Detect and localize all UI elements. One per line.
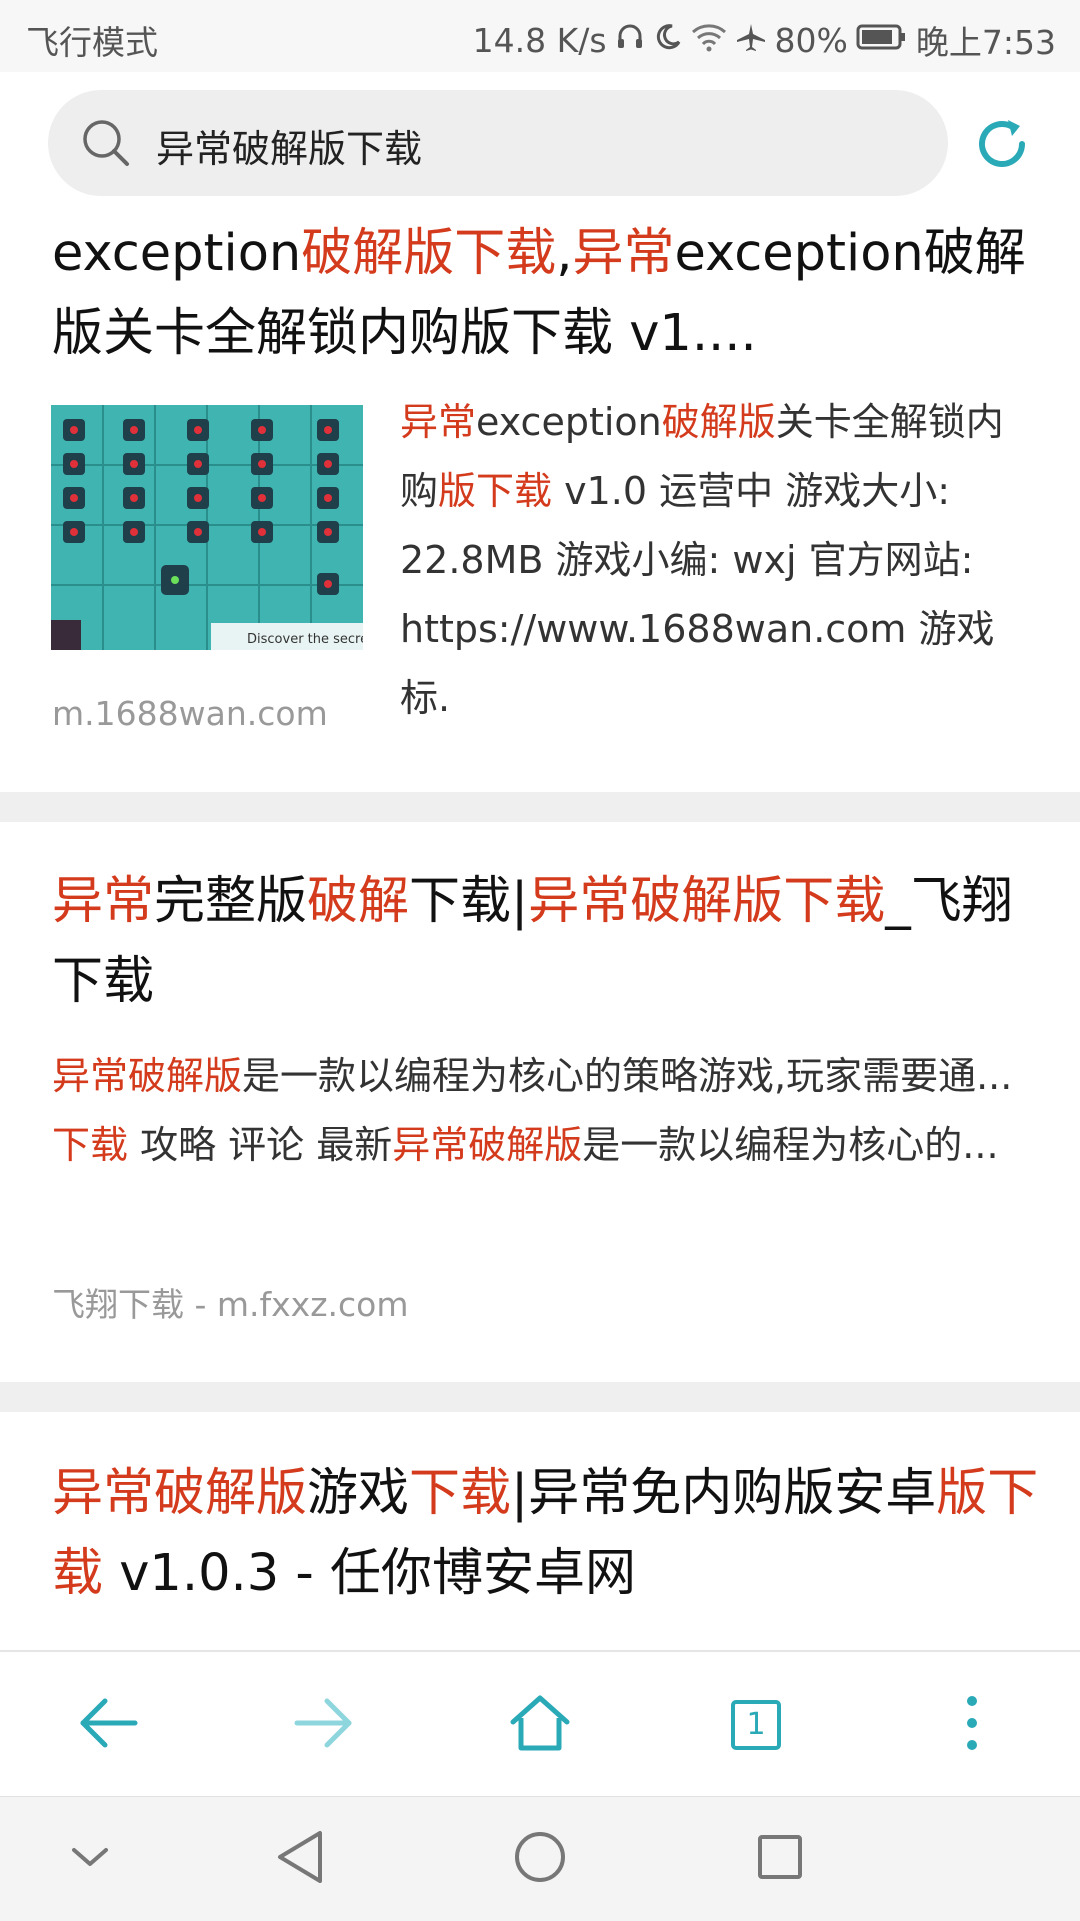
result-divider bbox=[0, 1382, 1080, 1412]
tabs-button[interactable]: 1 bbox=[716, 1682, 796, 1768]
airplane-mode-label: 飞行模式 bbox=[26, 23, 158, 62]
clock: 晚上7:53 bbox=[915, 23, 1056, 62]
result-thumbnail: Discover the secre bbox=[51, 405, 363, 650]
result-title[interactable]: 异常完整版破解下载|异常破解版下载_飞翔下载 bbox=[52, 862, 1042, 1022]
recents-square-icon bbox=[755, 1832, 805, 1886]
back-button[interactable] bbox=[68, 1682, 148, 1768]
result-snippet: 异常exception破解版关卡全解锁内购版下载 v1.0 运营中 游戏大小: … bbox=[400, 400, 1004, 720]
hide-keyboard-button[interactable] bbox=[54, 1823, 126, 1895]
network-speed: 14.8 K/s bbox=[472, 20, 607, 60]
result-title[interactable]: 异常破解版游戏下载|异常免内购版安卓版下载 v1.0.3 - 任你博安卓网 bbox=[52, 1454, 1042, 1614]
system-nav-bar bbox=[0, 1796, 1080, 1921]
status-right-group: 14.8 K/s 80% 晚上7:53 bbox=[473, 16, 1056, 64]
forward-arrow-icon bbox=[293, 1697, 355, 1753]
browser-toolbar: 1 bbox=[0, 1650, 1080, 1798]
more-button[interactable] bbox=[932, 1682, 1012, 1768]
search-result-2[interactable]: 异常完整版破解下载|异常破解版下载_飞翔下载 异常破解版是一款以编程为核心的策略… bbox=[0, 822, 1080, 1382]
wifi-icon bbox=[691, 21, 727, 60]
tab-count: 1 bbox=[746, 1707, 766, 1742]
home-button[interactable] bbox=[500, 1682, 580, 1768]
result-source: m.1688wan.com bbox=[52, 694, 328, 733]
airplane-icon bbox=[735, 21, 767, 60]
search-box[interactable]: 异常破解版下载 bbox=[48, 90, 948, 196]
result-divider bbox=[0, 792, 1080, 822]
more-vertical-icon bbox=[962, 1693, 982, 1757]
search-result-3[interactable]: 异常破解版游戏下载|异常免内购版安卓版下载 v1.0.3 - 任你博安卓网 bbox=[0, 1412, 1080, 1650]
back-triangle-icon bbox=[274, 1829, 326, 1889]
result-title[interactable]: exception破解版下载,异常exception破解版关卡全解锁内购版下载 … bbox=[52, 214, 1042, 374]
search-query[interactable]: 异常破解版下载 bbox=[156, 118, 422, 173]
status-bar: 飞行模式 14.8 K/s 80% 晚上7:53 bbox=[0, 0, 1080, 72]
hide-keyboard-icon bbox=[68, 1842, 112, 1876]
battery-icon bbox=[856, 21, 908, 60]
headphones-icon bbox=[615, 21, 645, 60]
back-arrow-icon bbox=[77, 1697, 139, 1753]
search-icon bbox=[80, 117, 132, 169]
tabs-icon: 1 bbox=[730, 1699, 782, 1751]
moon-icon bbox=[653, 21, 683, 60]
back-nav-button[interactable] bbox=[264, 1823, 336, 1895]
thumbnail-caption: Discover the secre bbox=[247, 632, 363, 647]
home-circle-icon bbox=[512, 1829, 568, 1889]
result-source: 飞翔下载 - m.fxxz.com bbox=[52, 1285, 409, 1324]
refresh-icon[interactable] bbox=[970, 112, 1034, 176]
home-icon bbox=[509, 1694, 571, 1756]
result-snippet: 异常破解版是一款以编程为核心的策略游戏,玩家需要通... 下载 攻略 评论 最新… bbox=[52, 1054, 1013, 1167]
battery-percent: 80% bbox=[774, 20, 848, 60]
forward-button[interactable] bbox=[284, 1682, 364, 1768]
home-nav-button[interactable] bbox=[504, 1823, 576, 1895]
recents-nav-button[interactable] bbox=[744, 1823, 816, 1895]
